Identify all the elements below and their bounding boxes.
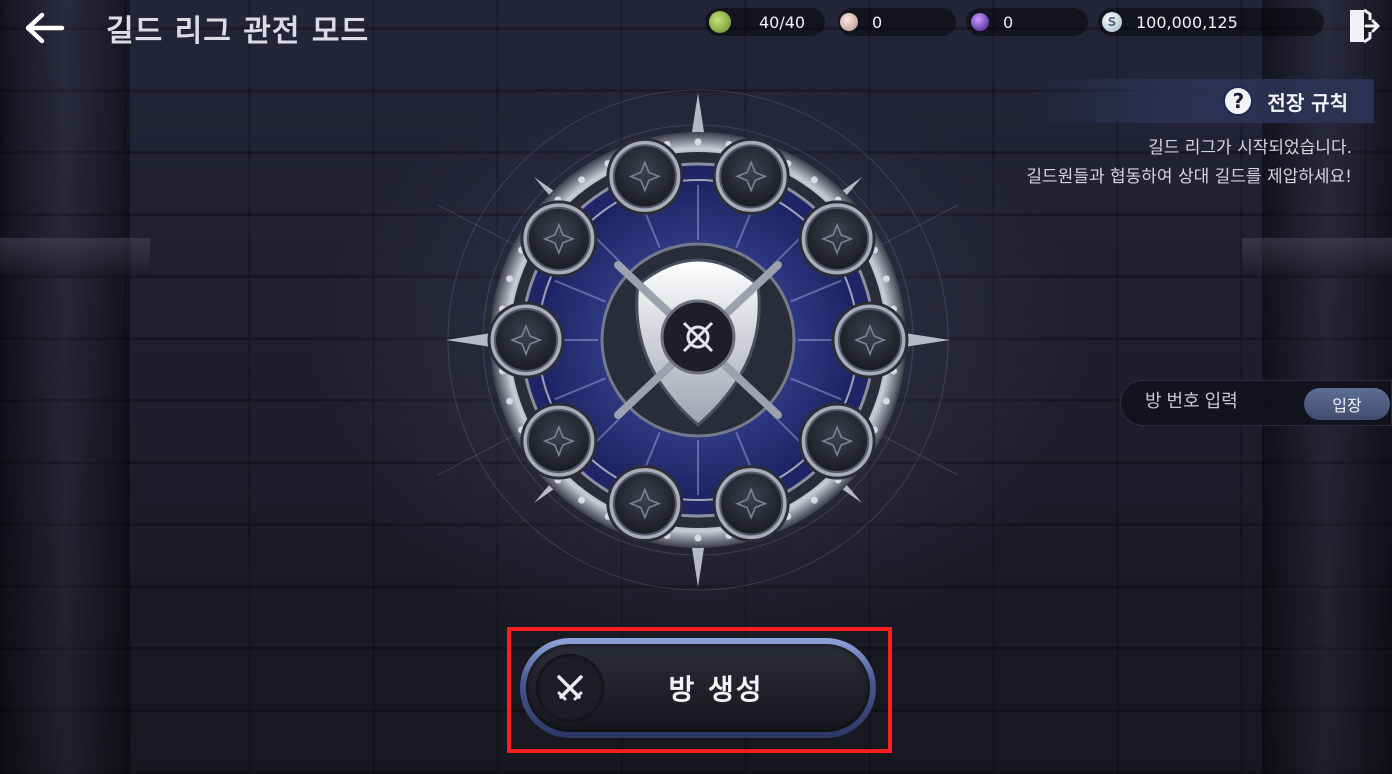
guild-emblem [438, 89, 958, 591]
member-slot [606, 465, 684, 543]
create-room-label: 방 생성 [668, 673, 764, 706]
room-entry-bar: 입장 [1120, 380, 1392, 426]
pearl-counter: 0 [838, 8, 956, 36]
pearl-icon [840, 13, 858, 31]
rim-rivet [694, 534, 702, 542]
rim-rivet [506, 397, 514, 405]
member-slot [712, 465, 790, 543]
guild-crest-icon [682, 321, 714, 353]
rim-rivet [882, 275, 890, 283]
member-slot [712, 137, 790, 215]
stamina-value: 40/40 [759, 12, 806, 32]
rim-rivet [810, 176, 818, 184]
rim-rivet [578, 176, 586, 184]
page-title: 길드 리그 관전 모드 [106, 14, 370, 49]
stamina-icon [709, 11, 731, 33]
arrow-left-icon [25, 12, 65, 44]
rim-rivet [506, 275, 514, 283]
gem-value: 0 [1003, 12, 1014, 32]
rim-rivet [578, 496, 586, 504]
left-pillar [0, 0, 130, 774]
gem-icon [971, 13, 989, 31]
member-slot [798, 402, 876, 480]
stamina-counter: 40/40 [705, 8, 825, 36]
member-slot [831, 301, 909, 379]
battlefield-rules-label: 전장 규칙 [1267, 90, 1348, 115]
member-slot [520, 402, 598, 480]
left-pillar-cap [0, 238, 150, 278]
back-button[interactable] [18, 8, 70, 48]
silver-coin-icon: S [1102, 12, 1122, 32]
exit-button[interactable] [1343, 6, 1383, 46]
room-number-input[interactable] [1145, 391, 1295, 412]
rim-rivet [882, 397, 890, 405]
notice-line-2: 길드원들과 협동하여 상대 길드를 제압하세요! [1026, 167, 1352, 187]
create-room-button[interactable]: 방 생성 [520, 638, 876, 738]
member-slot [798, 200, 876, 278]
enter-button[interactable]: 입장 [1304, 388, 1390, 420]
help-icon: ? [1223, 86, 1254, 116]
member-slot [520, 200, 598, 278]
right-pillar-cap [1242, 238, 1392, 278]
create-room-button-face: 방 생성 [526, 644, 870, 732]
pearl-value: 0 [872, 12, 883, 32]
rim-rivet [694, 138, 702, 146]
battlefield-rules-button[interactable]: ? 전장 규칙 [1030, 79, 1374, 123]
member-slot [606, 137, 684, 215]
gem-counter: 0 [966, 8, 1088, 36]
member-slot [487, 301, 565, 379]
rim-rivet [810, 496, 818, 504]
silver-value: 100,000,125 [1136, 12, 1238, 32]
silver-counter: S 100,000,125 [1098, 8, 1324, 36]
exit-door-icon [1350, 8, 1380, 44]
notice-line-1: 길드 리그가 시작되었습니다. [1148, 138, 1352, 158]
